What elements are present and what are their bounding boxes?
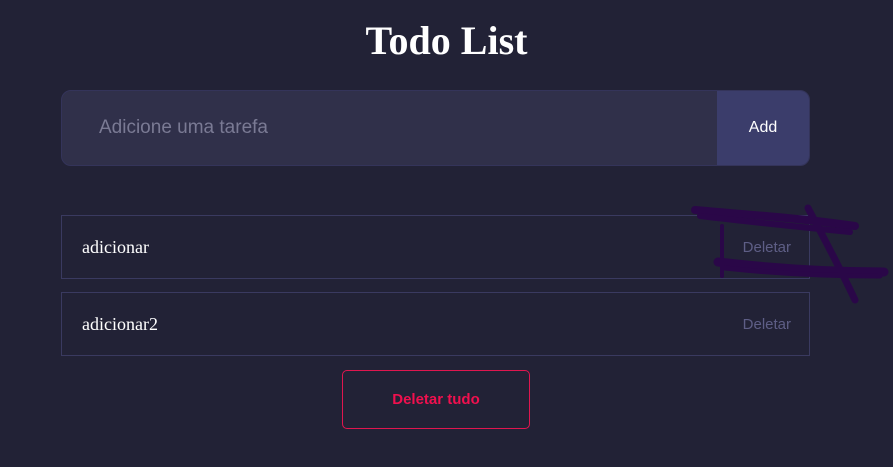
delete-all-button[interactable]: Deletar tudo bbox=[342, 370, 530, 429]
add-button[interactable]: Add bbox=[717, 91, 809, 165]
delete-button[interactable]: Deletar bbox=[743, 239, 791, 256]
todo-text: adicionar2 bbox=[82, 313, 158, 334]
delete-button[interactable]: Deletar bbox=[743, 316, 791, 333]
todo-item: adicionar2 Deletar bbox=[61, 292, 810, 356]
todo-text: adicionar bbox=[82, 236, 149, 257]
todo-item: adicionar Deletar bbox=[61, 215, 810, 279]
scribble-stroke bbox=[804, 204, 859, 304]
task-input[interactable] bbox=[62, 91, 717, 165]
add-task-form: Add bbox=[61, 90, 810, 166]
page-title: Todo List bbox=[365, 18, 528, 63]
